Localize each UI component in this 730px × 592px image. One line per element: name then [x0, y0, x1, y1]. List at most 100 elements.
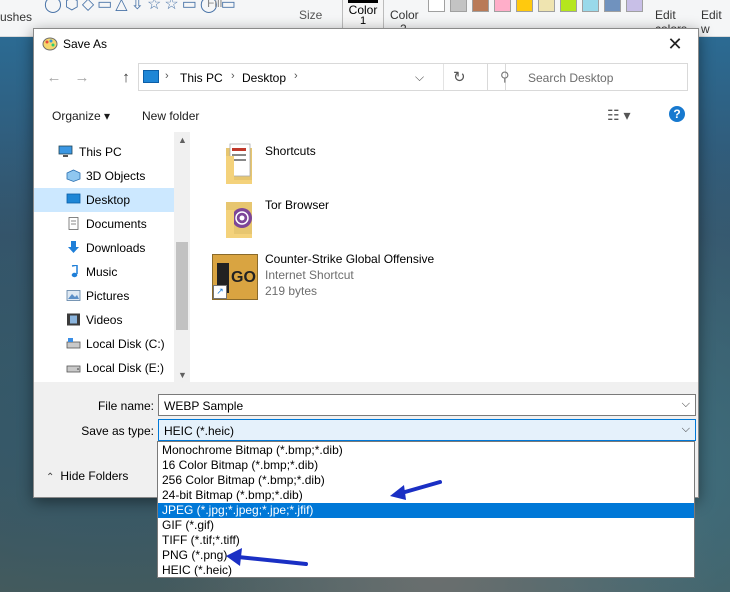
address-dropdown-icon[interactable]: ⌵ [415, 70, 424, 85]
back-arrow-icon[interactable]: ← [44, 68, 64, 88]
up-arrow-icon[interactable]: ↑ [116, 68, 136, 88]
chevron-down-icon[interactable]: ⌵ [682, 398, 690, 411]
cube-icon [66, 169, 81, 182]
address-bar[interactable]: › This PC › Desktop › ⌵ ↻ [138, 63, 506, 91]
file-type: Internet Shortcut [265, 268, 354, 282]
file-name: Shortcuts [265, 144, 316, 158]
sidebar-item-this-pc[interactable]: This PC [34, 140, 174, 164]
sidebar-item-label: 3D Objects [86, 169, 146, 183]
color-swatch-cream[interactable] [538, 0, 555, 12]
save-as-dialog: Save As ✕ ← → ↑ › This PC › Desktop › ⌵ … [33, 28, 699, 498]
color-swatch-white[interactable] [428, 0, 445, 12]
filename-field[interactable]: WEBP Sample ⌵ [158, 394, 696, 416]
color-swatch-gray[interactable] [450, 0, 467, 12]
list-item[interactable]: Shortcuts [210, 138, 690, 192]
scroll-up-icon[interactable]: ▲ [178, 135, 187, 145]
drive-icon [66, 338, 81, 349]
folder-icon [226, 143, 252, 184]
list-item[interactable]: GO ↗ Counter-Strike Global Offensive Int… [210, 246, 690, 300]
shortcut-arrow-icon: ↗ [213, 285, 227, 299]
edit-with-paint3d-button[interactable]: Edit w Paint [701, 8, 730, 36]
close-icon[interactable]: ✕ [652, 29, 698, 59]
search-box[interactable]: ⚲ Search Desktop [487, 63, 688, 91]
breadcrumb-chevron-icon[interactable]: › [165, 70, 169, 82]
breadcrumb-this-pc[interactable]: This PC [180, 71, 223, 85]
file-list: Shortcuts Tor Browser GO ↗ Counter-Strik… [210, 132, 698, 382]
scrollbar-thumb[interactable] [176, 242, 188, 330]
savetype-value: HEIC (*.heic) [164, 424, 235, 438]
chevron-down-icon[interactable]: ⌵ [682, 423, 690, 436]
color2-label[interactable]: Color [390, 8, 419, 22]
breadcrumb-chevron-icon[interactable]: › [294, 70, 298, 82]
savetype-select[interactable]: HEIC (*.heic) ⌵ [158, 419, 696, 441]
sidebar-item-documents[interactable]: Documents [34, 212, 174, 236]
sidebar-item-label: Videos [86, 313, 123, 327]
sidebar-item-label: Downloads [86, 241, 146, 255]
film-icon [67, 313, 80, 326]
sidebar-item-desktop[interactable]: Desktop [34, 188, 174, 212]
music-note-icon [71, 265, 78, 278]
desktop-icon [66, 193, 81, 204]
breadcrumb-desktop[interactable]: Desktop [242, 71, 286, 85]
navigation-pane: This PC 3D Objects Desktop Documents Dow… [34, 132, 190, 382]
fill-label[interactable]: Fill [207, 0, 222, 10]
download-arrow-icon [68, 241, 79, 253]
list-item[interactable]: Tor Browser [210, 192, 690, 246]
color-swatch-gold[interactable] [516, 0, 533, 12]
sidebar-scrollbar[interactable]: ▲ ▼ [174, 132, 190, 382]
sidebar-item-local-disk-c[interactable]: Local Disk (C:) [34, 332, 174, 356]
refresh-icon[interactable]: ↻ [453, 68, 466, 86]
annotation-arrow-png [226, 548, 308, 566]
annotation-arrow-jpeg [390, 480, 442, 500]
color-swatch-pink[interactable] [494, 0, 511, 12]
csgo-shortcut-icon: GO ↗ [212, 254, 258, 300]
color-swatch-brown[interactable] [472, 0, 489, 12]
sidebar-item-label: This PC [79, 145, 122, 159]
type-option[interactable]: Monochrome Bitmap (*.bmp;*.dib) [158, 443, 694, 458]
sidebar-item-label: Local Disk (E:) [86, 361, 165, 375]
change-view-icon[interactable]: ☷ ▾ [607, 107, 630, 124]
sidebar-item-label: Music [86, 265, 118, 279]
paint-app-icon [42, 37, 58, 51]
organize-button[interactable]: Organize ▾ [52, 109, 110, 123]
shortcut-icon-text: GO [231, 269, 256, 286]
navigation-bar: ← → ↑ › This PC › Desktop › ⌵ ↻ ⚲ Search… [34, 60, 698, 96]
computer-icon [58, 145, 73, 157]
title-bar: Save As ✕ [34, 29, 698, 59]
address-separator [443, 64, 444, 90]
help-icon[interactable]: ? [669, 106, 685, 122]
sidebar-item-videos[interactable]: Videos [34, 308, 174, 332]
sidebar-item-downloads[interactable]: Downloads [34, 236, 174, 260]
sidebar-item-label: Desktop [86, 193, 131, 207]
filename-value: WEBP Sample [164, 399, 244, 413]
filename-label: File name: [97, 399, 154, 413]
sidebar-item-label: Pictures [86, 289, 130, 303]
sidebar-item-label: Documents [86, 217, 147, 231]
hide-folders-button[interactable]: ⌃ Hide Folders [46, 469, 128, 483]
savetype-label: Save as type: [81, 424, 154, 438]
type-option[interactable]: GIF (*.gif) [158, 518, 694, 533]
color-swatch-blue-gray[interactable] [604, 0, 621, 12]
chevron-up-icon: ⌃ [46, 472, 55, 483]
color-swatch-lime[interactable] [560, 0, 577, 12]
breadcrumb-chevron-icon[interactable]: › [231, 70, 235, 82]
sidebar-item-music[interactable]: Music [34, 260, 174, 284]
this-pc-icon [143, 70, 159, 83]
scroll-down-icon[interactable]: ▼ [178, 370, 187, 380]
file-name: Counter-Strike Global Offensive [265, 252, 435, 266]
sidebar-item-pictures[interactable]: Pictures [34, 284, 174, 308]
sidebar-item-local-disk-e[interactable]: Local Disk (E:) [34, 356, 174, 380]
sidebar-item-label: Local Disk (C:) [86, 337, 165, 351]
brushes-label[interactable]: ushes [0, 10, 32, 24]
color-swatch-lavender[interactable] [626, 0, 643, 12]
sidebar-item-3d-objects[interactable]: 3D Objects [34, 164, 174, 188]
color-swatch-turquoise[interactable] [582, 0, 599, 12]
file-name: Tor Browser [265, 198, 330, 212]
search-placeholder: Search Desktop [528, 71, 614, 85]
forward-arrow-icon[interactable]: → [72, 68, 92, 88]
folder-icon [226, 202, 252, 238]
new-folder-button[interactable]: New folder [142, 109, 199, 123]
pictures-icon [66, 290, 81, 301]
command-bar: Organize ▾ New folder ☷ ▾ ? [34, 99, 698, 129]
size-label[interactable]: Size [299, 8, 322, 22]
